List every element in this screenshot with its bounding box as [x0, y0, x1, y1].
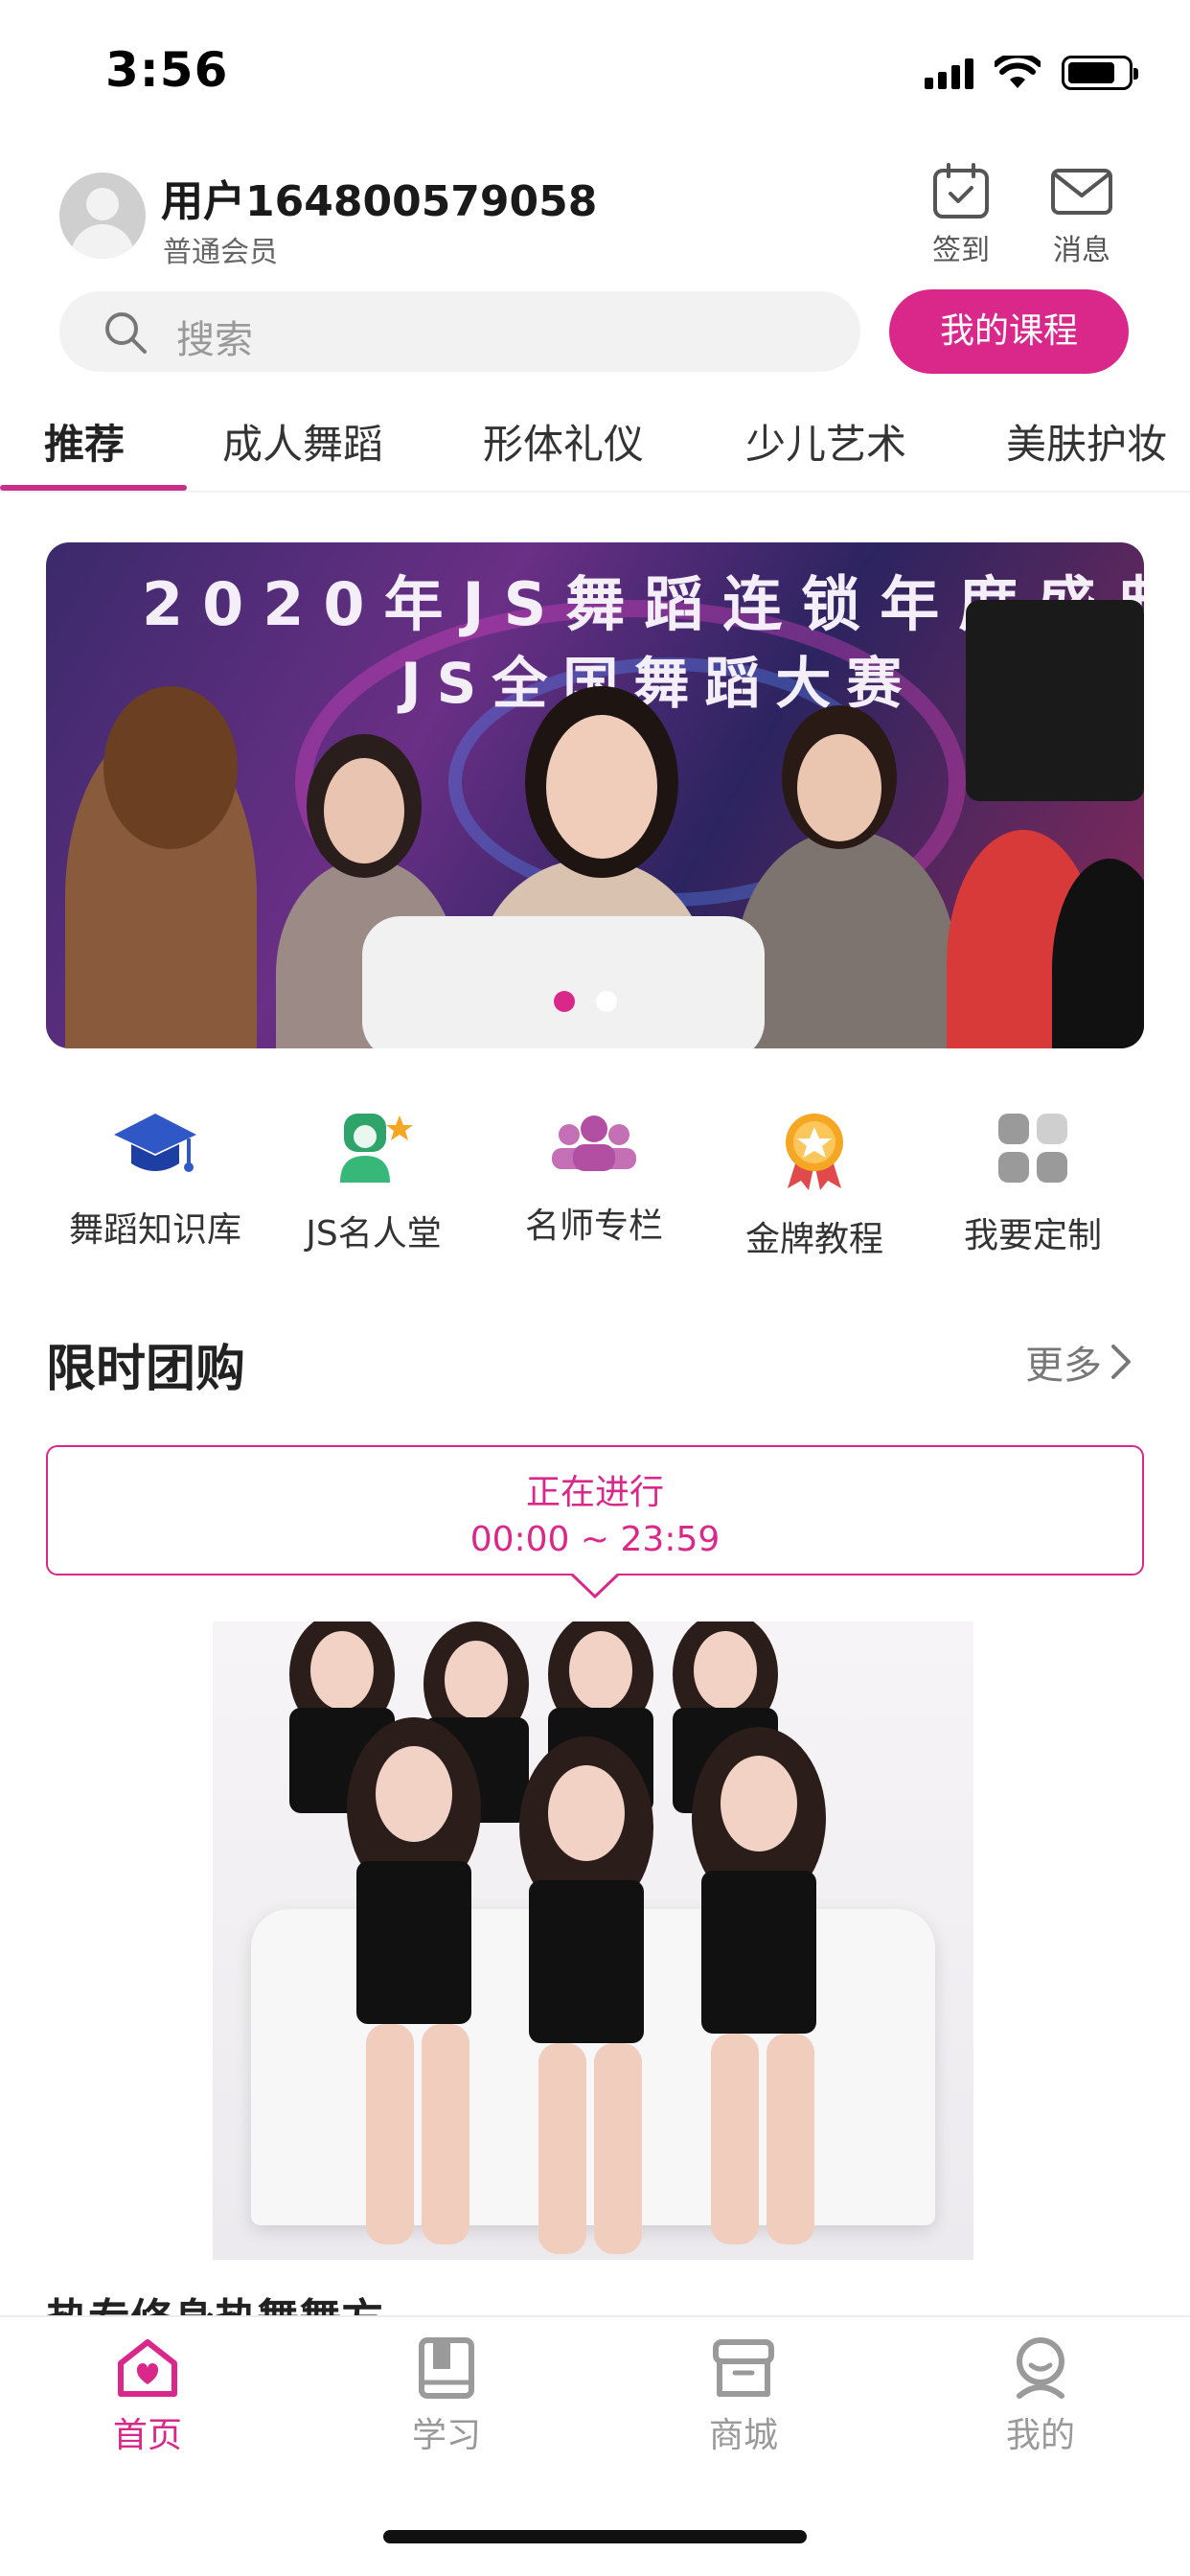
quick-link-hall-of-fame[interactable]: JS名人堂	[268, 1110, 479, 1255]
product-title-text: 热专修身热舞舞方	[46, 2288, 621, 2317]
caret-down-icon	[571, 1574, 619, 1598]
checkin-label: 签到	[932, 234, 990, 267]
search-placeholder: 搜索	[176, 318, 253, 362]
product-title[interactable]: 热专修身热舞舞方	[46, 2288, 621, 2317]
nav-profile-label: 我的	[1005, 2416, 1075, 2455]
tab-adult-dance[interactable]: 成人舞蹈	[222, 412, 383, 471]
battery-icon	[1062, 56, 1138, 90]
avatar[interactable]	[59, 172, 146, 259]
tab-etiquette[interactable]: 形体礼仪	[483, 412, 644, 471]
search-icon	[105, 312, 147, 354]
checkin-button[interactable]: 签到	[908, 163, 1014, 268]
membership-level: 普通会员	[163, 236, 278, 269]
session-status: 正在进行	[525, 1473, 664, 1512]
quick-link-label: 我要定制	[963, 1216, 1102, 1255]
quick-link-label: JS名人堂	[306, 1214, 442, 1254]
user-header: 用户164800579058 普通会员 签到 消息	[0, 163, 1190, 278]
grid-icon	[998, 1114, 1067, 1183]
carousel-dot[interactable]	[596, 991, 617, 1012]
session-status-box[interactable]: 正在进行 00:00 ~ 23:59	[46, 1445, 1144, 1576]
cellular-signal-icon	[925, 57, 973, 89]
quick-link-label: 名师专栏	[524, 1207, 663, 1246]
user-name[interactable]: 用户164800579058	[161, 167, 597, 228]
nav-learn-label: 学习	[411, 2416, 481, 2455]
more-label: 更多	[1025, 1344, 1102, 1388]
status-time: 3:56	[105, 42, 229, 98]
nav-profile[interactable]: 我的	[945, 2336, 1136, 2457]
nav-learn[interactable]: 学习	[351, 2336, 542, 2457]
messages-button[interactable]: 消息	[1029, 163, 1134, 268]
home-icon	[118, 2339, 177, 2397]
quick-link-famous-teachers[interactable]: 名师专栏	[489, 1110, 699, 1248]
group-icon	[552, 1116, 636, 1171]
tab-skincare[interactable]: 美肤护妆	[1006, 412, 1167, 471]
status-icons	[925, 56, 1138, 90]
graduation-cap-icon	[114, 1114, 196, 1172]
messages-label: 消息	[1053, 234, 1110, 267]
tab-indicator	[0, 485, 187, 491]
product-image[interactable]	[213, 1622, 973, 2260]
status-bar: 3:56	[0, 0, 1190, 144]
quick-link-dance-library[interactable]: 舞蹈知识库	[50, 1110, 261, 1252]
tab-recommended[interactable]: 推荐	[44, 412, 125, 471]
carousel-dots[interactable]	[554, 991, 617, 1012]
quick-link-gold-tutorials[interactable]: 金牌教程	[709, 1110, 920, 1261]
group-buy-title: 限时团购	[46, 1341, 246, 1398]
calendar-check-icon	[933, 163, 989, 218]
carousel-dot[interactable]	[554, 991, 575, 1012]
quick-link-label: 舞蹈知识库	[68, 1210, 241, 1250]
promo-banner[interactable]: 2020年JS舞蹈连锁年度盛典 JS全国舞蹈大赛	[46, 542, 1144, 1048]
profile-icon	[1017, 2337, 1064, 2399]
nav-home[interactable]: 首页	[52, 2336, 243, 2457]
session-time-range: 00:00 ~ 23:59	[469, 1520, 721, 1559]
quick-link-customize[interactable]: 我要定制	[927, 1110, 1138, 1257]
home-indicator	[383, 2530, 807, 2543]
book-icon	[419, 2337, 474, 2399]
chevron-right-icon	[1111, 1345, 1131, 1379]
tab-kids-art[interactable]: 少儿艺术	[745, 412, 906, 471]
wifi-icon	[995, 56, 1041, 88]
more-link[interactable]: 更多	[1025, 1334, 1133, 1390]
nav-store[interactable]: 商城	[648, 2336, 839, 2457]
category-tabs: 推荐 成人舞蹈 形体礼仪 少儿艺术 美肤护妆	[0, 402, 1190, 493]
my-courses-button[interactable]: 我的课程	[889, 289, 1129, 374]
medal-icon	[786, 1114, 843, 1190]
nav-home-label: 首页	[112, 2416, 182, 2455]
star-person-icon	[340, 1114, 413, 1183]
search-input[interactable]: 搜索	[59, 291, 860, 372]
quick-links: 舞蹈知识库 JS名人堂 名师专栏 金牌教程 我要定制	[0, 1110, 1190, 1273]
mail-icon	[1051, 169, 1112, 215]
nav-store-label: 商城	[708, 2416, 778, 2455]
quick-link-label: 金牌教程	[744, 1220, 883, 1259]
store-icon	[713, 2339, 774, 2397]
